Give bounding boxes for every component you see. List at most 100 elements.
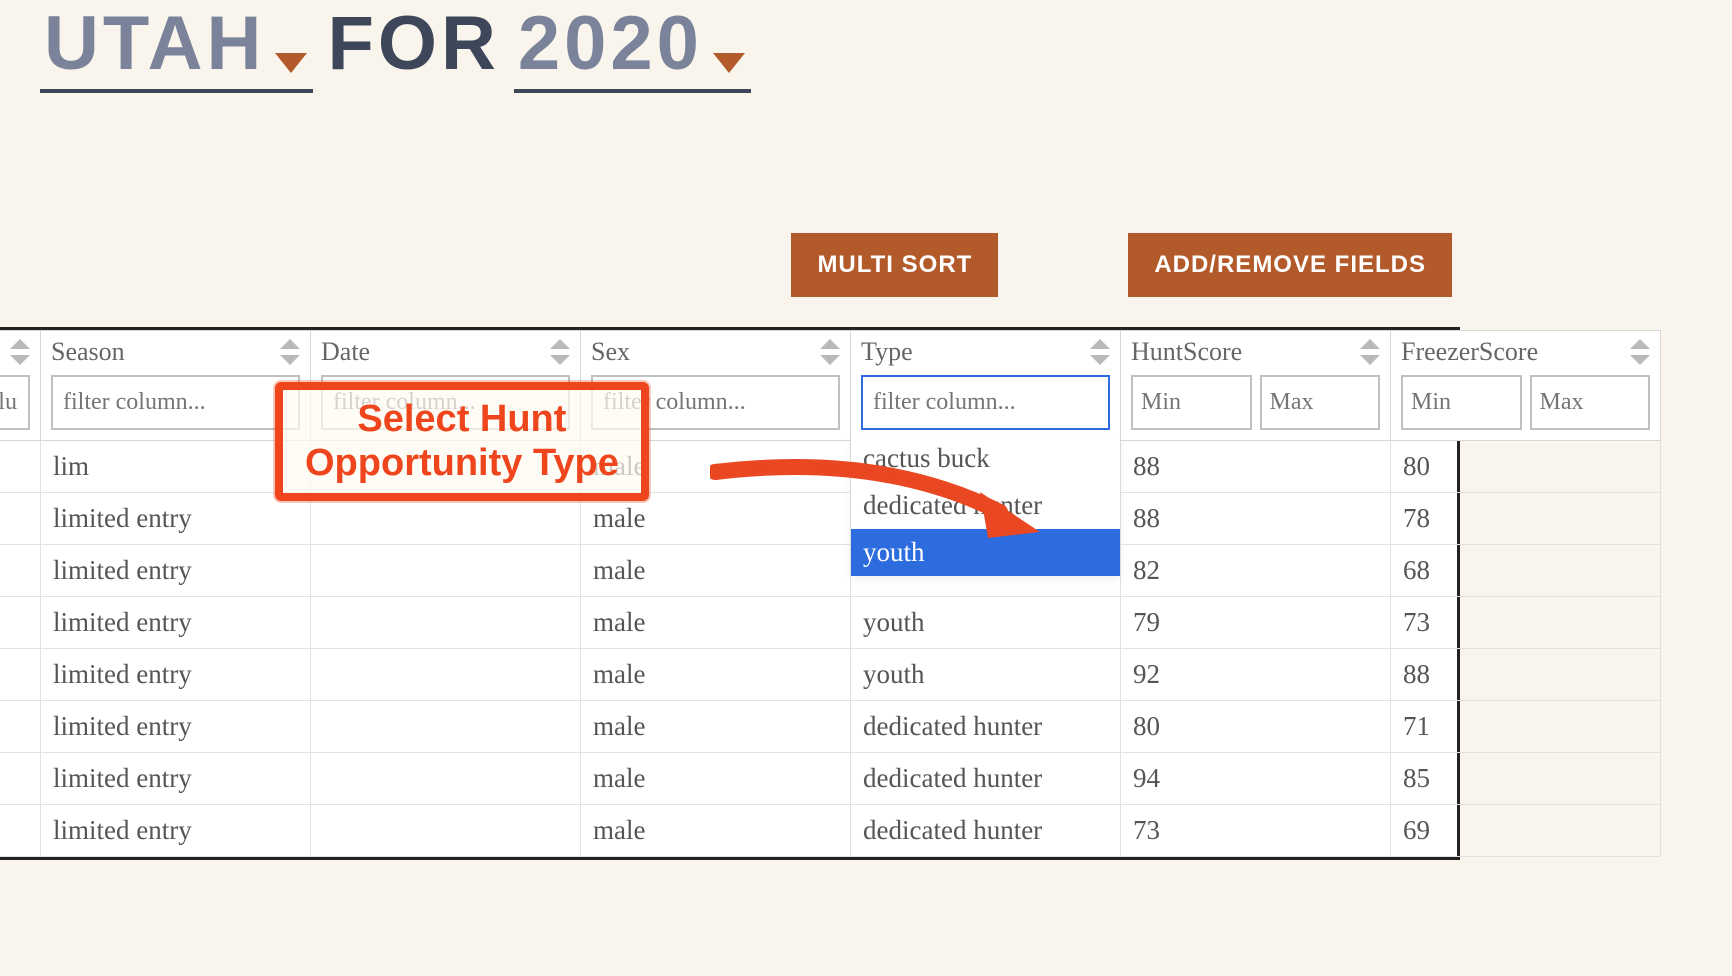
cell: limited entry bbox=[41, 545, 311, 597]
header-label: FreezerScore bbox=[1401, 337, 1538, 367]
cell: 68 bbox=[1391, 545, 1661, 597]
sort-icon[interactable] bbox=[1360, 339, 1380, 365]
cell bbox=[311, 441, 581, 493]
table-row[interactable]: annerlimited entry maleyouth9288 bbox=[0, 649, 1661, 701]
cell: male bbox=[581, 805, 851, 857]
sort-icon[interactable] bbox=[280, 339, 300, 365]
table-row[interactable]: annerlim male 8880 bbox=[0, 441, 1661, 493]
table-row[interactable]: annerlimited entry malededicated hunter73… bbox=[0, 805, 1661, 857]
cell: limited entry bbox=[41, 701, 311, 753]
sort-icon[interactable] bbox=[1630, 339, 1650, 365]
filter-input[interactable] bbox=[861, 375, 1110, 430]
min-input[interactable] bbox=[1131, 375, 1252, 430]
table-row[interactable]: annerlimited entrymaleyouth7973 bbox=[0, 597, 1661, 649]
column-header-freezerscore[interactable]: FreezerScore bbox=[1391, 331, 1661, 441]
cell: male bbox=[581, 493, 851, 545]
cell bbox=[311, 805, 581, 857]
cell bbox=[311, 649, 581, 701]
hero: UTAH FOR 2020 bbox=[0, 0, 1732, 133]
cell: anner bbox=[0, 545, 41, 597]
filter-input[interactable] bbox=[591, 375, 840, 430]
cell: 71 bbox=[1391, 701, 1661, 753]
table-row[interactable]: annerlimited entry male 8878 bbox=[0, 493, 1661, 545]
cell: 88 bbox=[1391, 649, 1661, 701]
filter-input[interactable] bbox=[51, 375, 300, 430]
cell: 73 bbox=[1121, 805, 1391, 857]
max-input[interactable] bbox=[1260, 375, 1381, 430]
cell: 94 bbox=[1121, 753, 1391, 805]
column-header-type[interactable]: Typecactus buckdedicated hunteryouth bbox=[851, 331, 1121, 441]
cell: 79 bbox=[1121, 597, 1391, 649]
state-label: UTAH bbox=[44, 0, 265, 87]
year-label: 2020 bbox=[518, 0, 703, 87]
dropdown-option[interactable]: youth bbox=[851, 529, 1120, 576]
cell: 85 bbox=[1391, 753, 1661, 805]
cell bbox=[311, 701, 581, 753]
cell: limited entry bbox=[41, 649, 311, 701]
cell bbox=[311, 493, 581, 545]
cell: lim bbox=[41, 441, 311, 493]
filter-input[interactable] bbox=[321, 375, 570, 430]
cell: anner bbox=[0, 493, 41, 545]
cell: dedicated hunter bbox=[851, 805, 1121, 857]
header-label: HuntScore bbox=[1131, 337, 1242, 367]
cell: limited entry bbox=[41, 805, 311, 857]
caret-down-icon bbox=[713, 53, 745, 73]
header-label: Date bbox=[321, 337, 370, 367]
filter-input[interactable] bbox=[0, 375, 30, 430]
cell: anner bbox=[0, 753, 41, 805]
cell: anner bbox=[0, 441, 41, 493]
cell: 80 bbox=[1121, 701, 1391, 753]
table-row[interactable]: annerlimited entry male 8268 bbox=[0, 545, 1661, 597]
cell: anner bbox=[0, 649, 41, 701]
sort-icon[interactable] bbox=[10, 339, 30, 365]
cell: male bbox=[581, 545, 851, 597]
cell: 80 bbox=[1391, 441, 1661, 493]
cell: limited entry bbox=[41, 597, 311, 649]
cell bbox=[311, 597, 581, 649]
min-input[interactable] bbox=[1401, 375, 1522, 430]
column-header-sex[interactable]: Sex bbox=[581, 331, 851, 441]
cell: 73 bbox=[1391, 597, 1661, 649]
column-header-date[interactable]: Date bbox=[311, 331, 581, 441]
cell: dedicated hunter bbox=[851, 753, 1121, 805]
year-dropdown[interactable]: 2020 bbox=[514, 0, 751, 93]
cell: 69 bbox=[1391, 805, 1661, 857]
cell: 88 bbox=[1121, 441, 1391, 493]
type-dropdown[interactable]: cactus buckdedicated hunteryouth bbox=[851, 435, 1120, 576]
cell: male bbox=[581, 441, 851, 493]
multi-sort-button[interactable]: MULTI SORT bbox=[791, 233, 998, 297]
column-header-season[interactable]: Season bbox=[41, 331, 311, 441]
cell: 92 bbox=[1121, 649, 1391, 701]
header-label: Type bbox=[861, 337, 913, 367]
cell: anner bbox=[0, 701, 41, 753]
cell bbox=[311, 545, 581, 597]
column-header-huntscore[interactable]: HuntScore bbox=[1121, 331, 1391, 441]
sort-icon[interactable] bbox=[1090, 339, 1110, 365]
table-row[interactable]: annerlimited entrymalededicated hunter94… bbox=[0, 753, 1661, 805]
cell: male bbox=[581, 649, 851, 701]
dropdown-option[interactable]: dedicated hunter bbox=[851, 482, 1120, 529]
add-remove-fields-button[interactable]: ADD/REMOVE FIELDS bbox=[1128, 233, 1452, 297]
sort-icon[interactable] bbox=[820, 339, 840, 365]
cell: 78 bbox=[1391, 493, 1661, 545]
column-header-r[interactable]: r bbox=[0, 331, 41, 441]
dropdown-option[interactable]: cactus buck bbox=[851, 435, 1120, 482]
page-title: UTAH FOR 2020 bbox=[40, 0, 1692, 93]
cell: 88 bbox=[1121, 493, 1391, 545]
sort-icon[interactable] bbox=[550, 339, 570, 365]
max-input[interactable] bbox=[1530, 375, 1651, 430]
cell: youth bbox=[851, 649, 1121, 701]
caret-down-icon bbox=[275, 53, 307, 73]
hunt-table: rSeasonDateSexTypecactus buckdedicated h… bbox=[0, 327, 1460, 860]
table-row[interactable]: annerlimited entrymalededicated hunter80… bbox=[0, 701, 1661, 753]
state-dropdown[interactable]: UTAH bbox=[40, 0, 313, 93]
cell bbox=[311, 753, 581, 805]
cell: 82 bbox=[1121, 545, 1391, 597]
for-label: FOR bbox=[327, 0, 499, 87]
header-label: Season bbox=[51, 337, 125, 367]
cell: anner bbox=[0, 805, 41, 857]
cell: youth bbox=[851, 597, 1121, 649]
cell: limited entry bbox=[41, 753, 311, 805]
cell: limited entry bbox=[41, 493, 311, 545]
